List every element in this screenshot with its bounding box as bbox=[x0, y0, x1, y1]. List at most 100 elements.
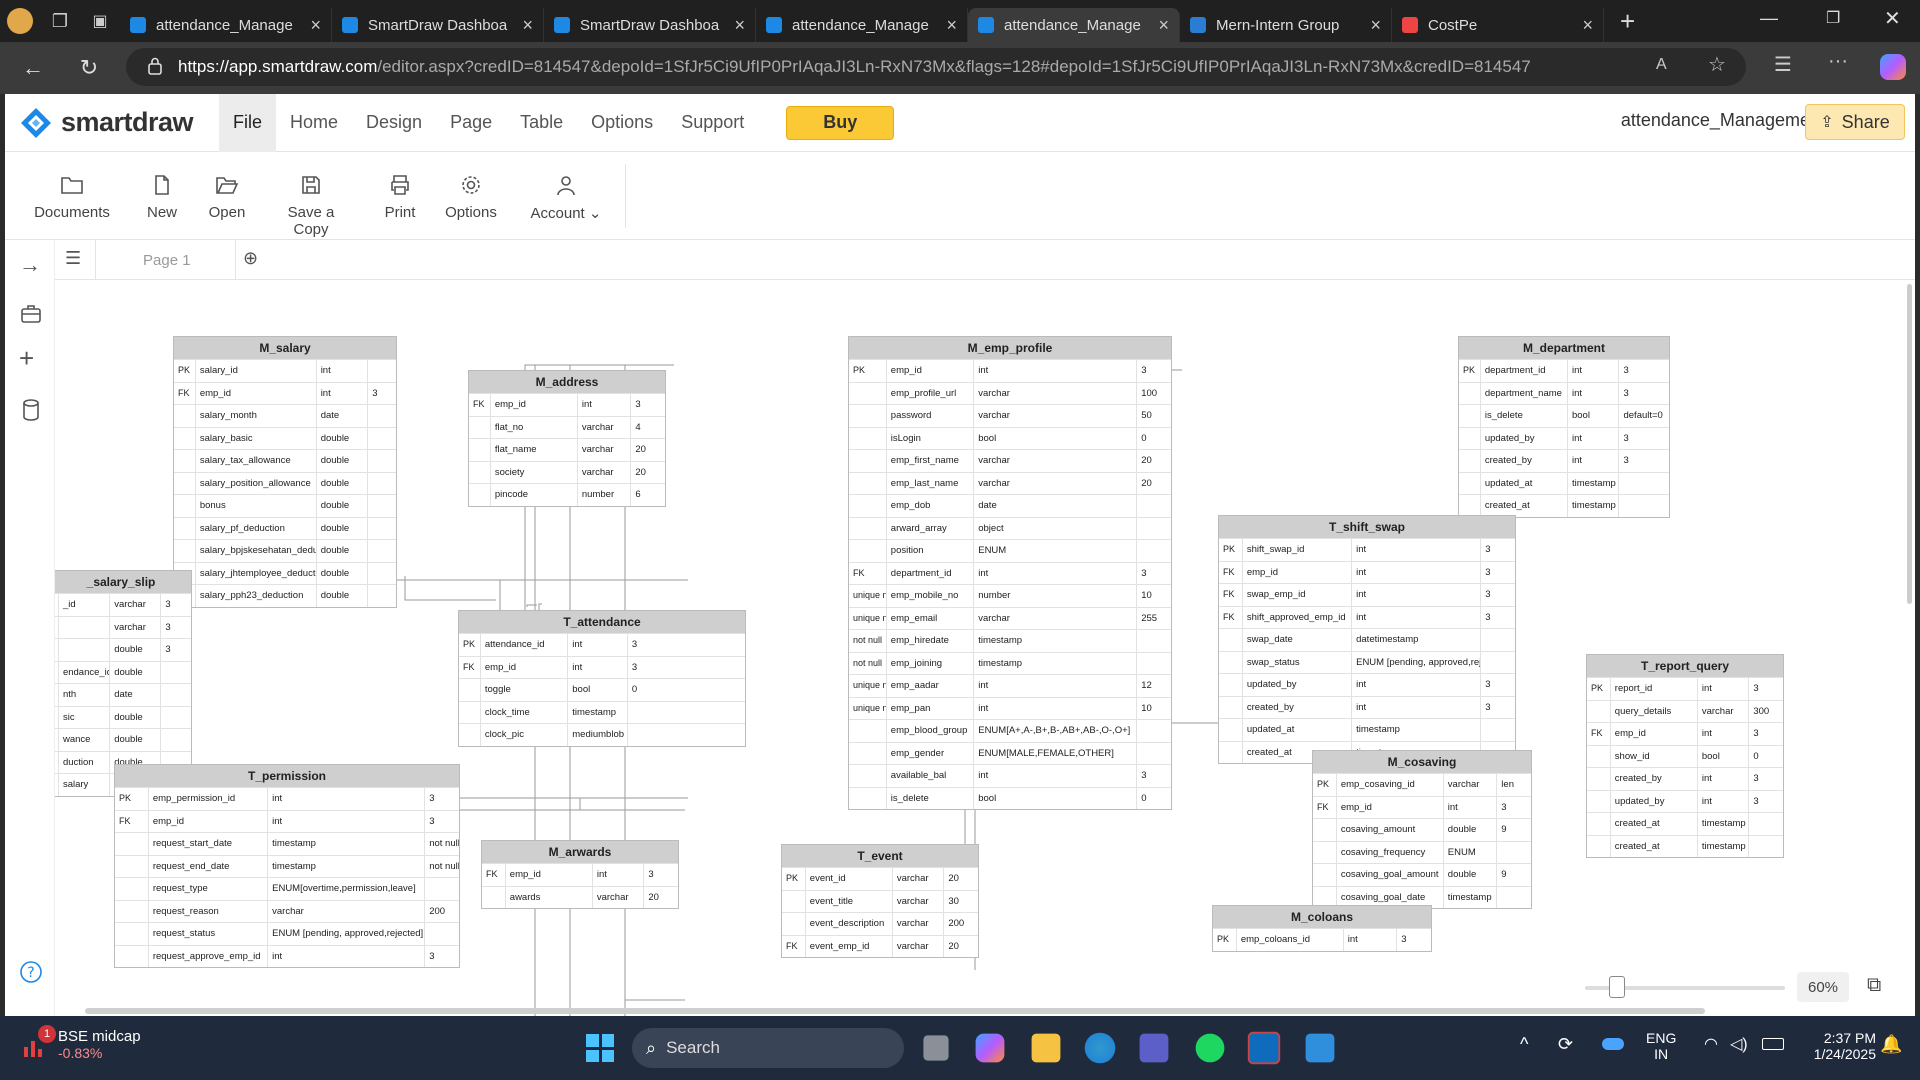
table-row[interactable]: PK salary_id int bbox=[174, 359, 396, 382]
browser-tab-5[interactable]: Mern-Intern Group × bbox=[1180, 8, 1392, 42]
table-row[interactable]: emp_blood_group ENUM[A+,A-,B+,B-,AB+,AB-,… bbox=[849, 719, 1171, 742]
database-icon[interactable] bbox=[19, 398, 43, 422]
table-row[interactable]: awards varchar 20 bbox=[482, 885, 678, 908]
table-row[interactable]: salary_pf_deduction double bbox=[174, 516, 396, 539]
edge-icon[interactable] bbox=[1084, 1032, 1116, 1064]
close-tab-icon[interactable]: × bbox=[734, 15, 745, 36]
table-row[interactable]: emp_dob date bbox=[849, 494, 1171, 517]
table-row[interactable]: society varchar 20 bbox=[469, 460, 665, 483]
table-row[interactable]: emp_first_name varchar 20 bbox=[849, 449, 1171, 472]
menu-support[interactable]: Support bbox=[667, 94, 758, 152]
table-row[interactable]: created_attimestamp bbox=[1587, 834, 1783, 857]
table-row[interactable]: request_approve_emp_id int 3 bbox=[115, 944, 459, 967]
close-tab-icon[interactable]: × bbox=[310, 15, 321, 36]
account-button[interactable]: Account ⌄ bbox=[521, 174, 611, 222]
workspaces-icon[interactable]: ❐ bbox=[40, 11, 80, 32]
maximize-button[interactable]: ❐ bbox=[1826, 8, 1840, 28]
tray-chevron-icon[interactable]: ^ bbox=[1520, 1034, 1528, 1055]
menu-table[interactable]: Table bbox=[506, 94, 577, 152]
minimize-button[interactable]: — bbox=[1760, 8, 1778, 29]
table-row[interactable]: event_description varchar 200 bbox=[782, 912, 978, 935]
onedrive-icon[interactable] bbox=[1602, 1038, 1624, 1050]
table-row[interactable]: FK swap_emp_id int 3 bbox=[1219, 583, 1515, 606]
table-swap[interactable]: T_shift_swap PK shift_swap_id int 3 FK emp_id i… bbox=[1218, 515, 1516, 764]
documents-button[interactable]: Documents bbox=[27, 174, 117, 221]
table-row[interactable]: FK event_emp_id varchar 20 bbox=[782, 934, 978, 957]
table-dept[interactable]: M_department PK department_id int 3 departmen… bbox=[1458, 336, 1670, 518]
sync-icon[interactable]: ⟳ bbox=[1558, 1034, 1573, 1055]
table-row[interactable]: pincode number 6 bbox=[469, 483, 665, 506]
table-row[interactable]: double 3 bbox=[55, 638, 191, 661]
table-row[interactable]: PK emp_id int 3 bbox=[849, 359, 1171, 382]
browser-tab-4[interactable]: attendance_Manage × bbox=[968, 8, 1180, 42]
diagram-canvas[interactable]: M_salary PK salary_id int FK emp_id int 3 salary… bbox=[55, 280, 1915, 1016]
arrow-right-icon[interactable]: → bbox=[19, 252, 43, 277]
table-row[interactable]: show_id bool 0 bbox=[1587, 744, 1783, 767]
options-button[interactable]: Options bbox=[441, 174, 501, 221]
table-row[interactable]: nth date bbox=[55, 683, 191, 706]
table-row[interactable]: unique not nullemp_mobile_nonumber10 bbox=[849, 584, 1171, 607]
map-icon[interactable]: ⧉ bbox=[1867, 974, 1881, 997]
table-row[interactable]: event_title varchar 30 bbox=[782, 889, 978, 912]
table-row[interactable]: FK emp_id int 3 bbox=[115, 809, 459, 832]
table-row[interactable]: salary_tax_allowance double bbox=[174, 449, 396, 472]
table-row[interactable]: emp_profile_url varchar 100 bbox=[849, 381, 1171, 404]
table-row[interactable]: request_start_date timestamp not null bbox=[115, 832, 459, 855]
table-awards[interactable]: M_arwards FK emp_id int 3 awards varchar 20 bbox=[481, 840, 679, 909]
browser-tab-6[interactable]: CostPe × bbox=[1392, 8, 1604, 42]
table-row[interactable]: cosaving_amount double 9 bbox=[1313, 818, 1531, 841]
table-row[interactable]: cosaving_frequency ENUM bbox=[1313, 840, 1531, 863]
table-row[interactable]: created_by int 3 bbox=[1587, 767, 1783, 790]
table-row[interactable]: PK shift_swap_id int 3 bbox=[1219, 538, 1515, 561]
table-row[interactable]: FK emp_id int 3 bbox=[1313, 795, 1531, 818]
table-row[interactable]: FK emp_id int 3 bbox=[1587, 722, 1783, 745]
notification-bell-icon[interactable]: 🔔 bbox=[1880, 1034, 1902, 1055]
table-row[interactable]: varchar 3 bbox=[55, 615, 191, 638]
browser-tab-3[interactable]: attendance_Manage × bbox=[756, 8, 968, 42]
more-icon[interactable]: ··· bbox=[1828, 50, 1848, 73]
back-icon[interactable]: ← bbox=[18, 53, 48, 83]
table-row[interactable]: bonus double bbox=[174, 494, 396, 517]
table-row[interactable]: updated_by int 3 bbox=[1459, 426, 1669, 449]
file-explorer-icon[interactable] bbox=[1031, 1033, 1061, 1063]
table-row[interactable]: not null emp_hiredate timestamp bbox=[849, 629, 1171, 652]
windows-start-icon[interactable] bbox=[582, 1030, 618, 1066]
table-row[interactable]: salary_position_allowance double bbox=[174, 471, 396, 494]
table-row[interactable]: is_delete bool 0 bbox=[849, 786, 1171, 809]
table-row[interactable]: PK event_id varchar 20 bbox=[782, 867, 978, 890]
browser-tab-2[interactable]: SmartDraw Dashboa × bbox=[544, 8, 756, 42]
volume-icon[interactable]: ◁) bbox=[1730, 1034, 1748, 1054]
table-row[interactable]: updated_at timestamp bbox=[1459, 471, 1669, 494]
table-row[interactable]: flat_no varchar 4 bbox=[469, 415, 665, 438]
table-row[interactable]: salary_bpjskesehatan_deductiondouble bbox=[174, 539, 396, 562]
stock-widget[interactable]: 1 BSE midcap -0.83% bbox=[22, 1024, 141, 1061]
table-row[interactable]: salary_pph23_deduction double bbox=[174, 584, 396, 607]
close-window-button[interactable]: ✕ bbox=[1884, 6, 1901, 31]
profile-avatar[interactable] bbox=[0, 0, 40, 42]
table-att[interactable]: T_attendance PK attendance_id int 3 FK emp_id i… bbox=[458, 610, 746, 747]
table-row[interactable]: created_by int 3 bbox=[1459, 449, 1669, 472]
table-row[interactable]: password varchar 50 bbox=[849, 404, 1171, 427]
table-row[interactable]: PK department_id int 3 bbox=[1459, 359, 1669, 382]
table-emp[interactable]: M_emp_profile PK emp_id int 3 emp_profile_url… bbox=[848, 336, 1172, 810]
browser-tab-0[interactable]: attendance_Manage × bbox=[120, 8, 332, 42]
briefcase-icon[interactable] bbox=[19, 302, 43, 326]
table-slip[interactable]: _salary_slip _id varchar 3 varchar 3 double 3 en… bbox=[55, 570, 192, 797]
favorite-star-icon[interactable]: ☆ bbox=[1708, 52, 1726, 77]
table-row[interactable]: FK emp_id int 3 bbox=[482, 863, 678, 886]
close-tab-icon[interactable]: × bbox=[1158, 15, 1169, 36]
vertical-scrollbar[interactable] bbox=[1907, 284, 1912, 604]
table-row[interactable]: salary_month date bbox=[174, 404, 396, 427]
table-row[interactable]: not null emp_joining timestamp bbox=[849, 651, 1171, 674]
table-row[interactable]: FK emp_id int 3 bbox=[469, 393, 665, 416]
close-tab-icon[interactable]: × bbox=[946, 15, 957, 36]
table-row[interactable]: FK shift_approved_emp_id int 3 bbox=[1219, 605, 1515, 628]
table-row[interactable]: FK emp_id int 3 bbox=[174, 381, 396, 404]
table-row[interactable]: department_name int 3 bbox=[1459, 381, 1669, 404]
close-tab-icon[interactable]: × bbox=[522, 15, 533, 36]
copilot-app-icon[interactable] bbox=[975, 1033, 1005, 1063]
new-button[interactable]: New bbox=[137, 174, 187, 221]
refresh-icon[interactable]: ↻ bbox=[74, 53, 104, 83]
table-event[interactable]: T_event PK event_id varchar 20 event_title var… bbox=[781, 844, 979, 958]
table-row[interactable]: PK emp_permission_id int 3 bbox=[115, 787, 459, 810]
